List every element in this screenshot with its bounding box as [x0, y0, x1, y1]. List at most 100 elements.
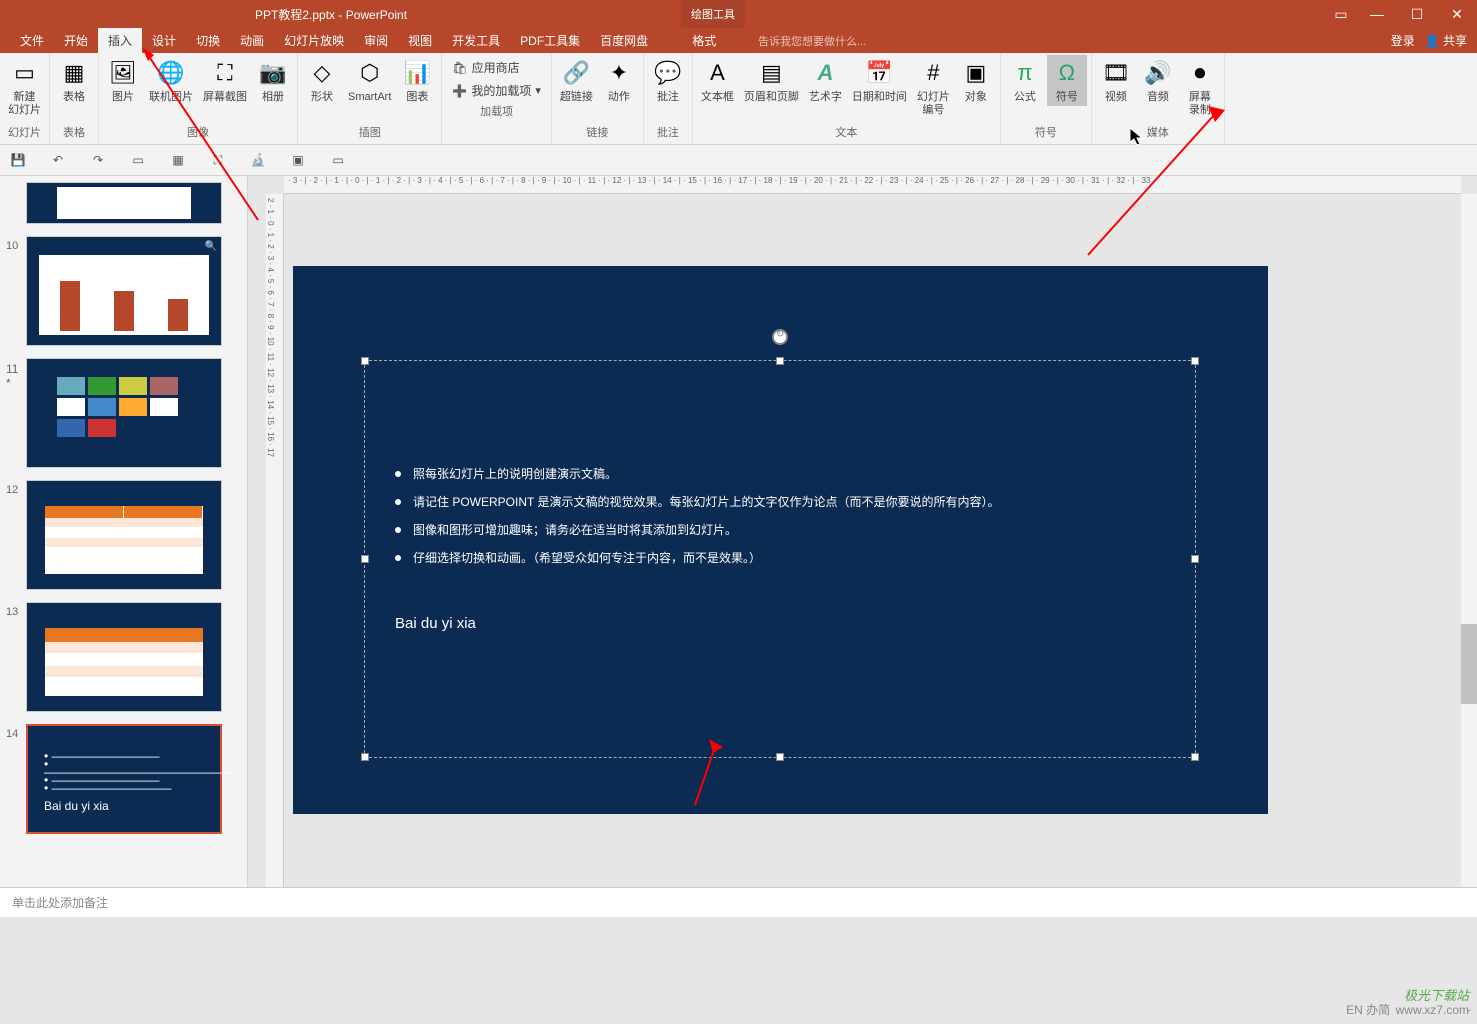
- close-icon[interactable]: ✕: [1437, 0, 1477, 28]
- group-images: 图像: [187, 124, 209, 142]
- maximize-icon[interactable]: ☐: [1397, 0, 1437, 28]
- equation-button[interactable]: π公式: [1005, 55, 1045, 106]
- qat-icon-6[interactable]: ▭: [328, 150, 348, 170]
- audio-button[interactable]: 🔊音频: [1138, 55, 1178, 106]
- online-picture-icon: 🌐: [155, 57, 187, 89]
- group-media: 媒体: [1147, 124, 1169, 142]
- new-slide-button[interactable]: ▭新建幻灯片: [4, 55, 45, 119]
- resize-handle-nw[interactable]: [361, 357, 369, 365]
- notes-pane[interactable]: 单击此处添加备注: [0, 887, 1477, 917]
- menu-review[interactable]: 审阅: [354, 28, 398, 53]
- textbox-content[interactable]: 照每张幻灯片上的说明创建演示文稿。 请记住 POWERPOINT 是演示文稿的视…: [365, 361, 1195, 657]
- group-comments: 批注: [657, 124, 679, 142]
- smartart-button[interactable]: ⬡SmartArt: [344, 55, 395, 106]
- resize-handle-w[interactable]: [361, 555, 369, 563]
- online-picture-button[interactable]: 🌐联机图片: [145, 55, 197, 106]
- datetime-button[interactable]: 📅日期和时间: [848, 55, 911, 106]
- bullet-text: 照每张幻灯片上的说明创建演示文稿。: [413, 461, 617, 487]
- slide-editor[interactable]: · 3 · | · 2 · | · 1 · | · 0 · | · 1 · | …: [248, 176, 1477, 887]
- slide-thumb-14[interactable]: • —————————• ————————————————• —————————…: [26, 724, 222, 834]
- headerfooter-button[interactable]: ▤页眉和页脚: [740, 55, 803, 106]
- slide-thumb-10[interactable]: 🔍: [26, 236, 222, 346]
- menubar: 文件 开始 插入 设计 切换 动画 幻灯片放映 审阅 视图 开发工具 PDF工具…: [0, 28, 1477, 53]
- store-button[interactable]: 🛍应用商店: [448, 57, 545, 78]
- slide-thumb-partial[interactable]: [26, 182, 222, 224]
- workspace: 10 🔍 11* 12 13 14 • —————————• —————————…: [0, 176, 1477, 887]
- slide-thumbnail-panel[interactable]: 10 🔍 11* 12 13 14 • —————————• —————————…: [0, 176, 248, 887]
- comment-button[interactable]: 💬批注: [648, 55, 688, 106]
- content-textbox[interactable]: 照每张幻灯片上的说明创建演示文稿。 请记住 POWERPOINT 是演示文稿的视…: [364, 360, 1196, 758]
- vertical-ruler: 2 · 1 · 0 · 1 · 2 · 3 · 4 · 5 · 6 · 7 · …: [266, 194, 284, 887]
- bullet-text: 图像和图形可增加趣味；请务必在适当时将其添加到幻灯片。: [413, 517, 737, 543]
- group-text: 文本: [835, 124, 857, 142]
- qat-icon-5[interactable]: ▣: [288, 150, 308, 170]
- resize-handle-e[interactable]: [1191, 555, 1199, 563]
- group-tables: 表格: [63, 124, 85, 142]
- text-input-line[interactable]: Bai du yi xia: [395, 611, 1165, 637]
- bullet-text: 仔细选择切换和动画。（希望受众如何专注于内容，而不是效果。）: [413, 545, 761, 571]
- menu-home[interactable]: 开始: [54, 28, 98, 53]
- undo-icon[interactable]: ↶: [48, 150, 68, 170]
- slide-thumb-13[interactable]: [26, 602, 222, 712]
- album-button[interactable]: 📷相册: [253, 55, 293, 106]
- screenshot-button[interactable]: ⛶屏幕截图: [199, 55, 251, 106]
- menu-view[interactable]: 视图: [398, 28, 442, 53]
- vertical-scrollbar[interactable]: [1461, 194, 1477, 887]
- screenshot-icon: ⛶: [209, 57, 241, 89]
- menu-pdf[interactable]: PDF工具集: [510, 28, 590, 53]
- qat-icon-2[interactable]: ▦: [168, 150, 188, 170]
- textbox-icon: A: [701, 57, 733, 89]
- menu-transition[interactable]: 切换: [186, 28, 230, 53]
- resize-handle-se[interactable]: [1191, 753, 1199, 761]
- bullet-text: 请记住 POWERPOINT 是演示文稿的视觉效果。每张幻灯片上的文字仅作为论点…: [413, 489, 999, 515]
- slide-thumb-11[interactable]: [26, 358, 222, 468]
- hyperlink-button[interactable]: 🔗超链接: [556, 55, 597, 106]
- equation-icon: π: [1009, 57, 1041, 89]
- table-button[interactable]: ▦表格: [54, 55, 94, 106]
- qat-icon-1[interactable]: ▭: [128, 150, 148, 170]
- menu-file[interactable]: 文件: [10, 28, 54, 53]
- zoom-icon: 🔍: [205, 241, 217, 252]
- resize-handle-s[interactable]: [776, 753, 784, 761]
- shapes-button[interactable]: ◇形状: [302, 55, 342, 106]
- screenrec-button[interactable]: ⏺屏幕录制: [1180, 55, 1220, 119]
- minimize-icon[interactable]: —: [1357, 0, 1397, 28]
- scroll-thumb[interactable]: [1461, 624, 1477, 704]
- table-icon: ▦: [58, 57, 90, 89]
- wordart-button[interactable]: A艺术字: [805, 55, 846, 106]
- qat-icon-4[interactable]: 🔬: [248, 150, 268, 170]
- menu-animation[interactable]: 动画: [230, 28, 274, 53]
- store-icon: 🛍: [452, 61, 467, 75]
- menu-format[interactable]: 格式: [682, 28, 726, 53]
- symbol-button[interactable]: Ω符号: [1047, 55, 1087, 106]
- slide-canvas[interactable]: 照每张幻灯片上的说明创建演示文稿。 请记住 POWERPOINT 是演示文稿的视…: [293, 266, 1268, 814]
- chart-button[interactable]: 📊图表: [397, 55, 437, 106]
- ribbon-display-icon[interactable]: ▭: [1325, 0, 1357, 28]
- menu-insert[interactable]: 插入: [98, 28, 142, 53]
- wordart-icon: A: [809, 57, 841, 89]
- new-slide-icon: ▭: [9, 57, 41, 89]
- save-icon[interactable]: 💾: [8, 150, 28, 170]
- login-link[interactable]: 登录: [1391, 32, 1415, 49]
- menu-developer[interactable]: 开发工具: [442, 28, 510, 53]
- menu-slideshow[interactable]: 幻灯片放映: [274, 28, 354, 53]
- picture-icon: 🖼: [107, 57, 139, 89]
- menu-baidu[interactable]: 百度网盘: [590, 28, 658, 53]
- video-button[interactable]: 🎞视频: [1096, 55, 1136, 106]
- slidenum-button[interactable]: #幻灯片编号: [913, 55, 954, 119]
- qat-icon-3[interactable]: ⛶: [208, 150, 228, 170]
- redo-icon[interactable]: ↷: [88, 150, 108, 170]
- resize-handle-ne[interactable]: [1191, 357, 1199, 365]
- slide-thumb-12[interactable]: [26, 480, 222, 590]
- textbox-button[interactable]: A文本框: [697, 55, 738, 106]
- myaddins-button[interactable]: ➕我的加载项 ▾: [448, 80, 545, 101]
- picture-button[interactable]: 🖼图片: [103, 55, 143, 106]
- resize-handle-n[interactable]: [776, 357, 784, 365]
- tell-me-input[interactable]: 告诉我您想要做什么...: [758, 33, 866, 49]
- menu-design[interactable]: 设计: [142, 28, 186, 53]
- rotate-handle[interactable]: [772, 329, 788, 345]
- share-button[interactable]: 👤 共享: [1425, 32, 1467, 49]
- object-button[interactable]: ▣对象: [956, 55, 996, 106]
- action-button[interactable]: ✦动作: [599, 55, 639, 106]
- resize-handle-sw[interactable]: [361, 753, 369, 761]
